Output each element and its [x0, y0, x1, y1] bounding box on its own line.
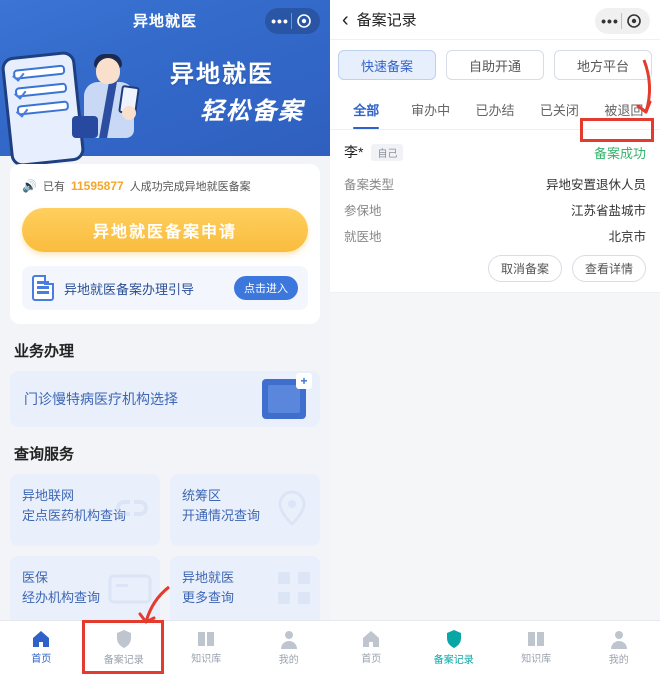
segment-row: 快速备案 自助开通 地方平台	[330, 40, 660, 86]
record-card: 李* 自己 备案成功 备案类型异地安置退休人员 参保地江苏省盐城市 就医地北京市…	[330, 130, 660, 293]
back-icon[interactable]: ‹	[342, 10, 349, 30]
filter-tab-processing[interactable]: 审办中	[398, 92, 462, 129]
filter-tabs: 全部 审办中 已办结 已关闭 被退回	[330, 86, 660, 130]
bottom-tabbar-right: 首页 备案记录 知识库 我的	[330, 620, 660, 674]
location-pin-icon	[270, 486, 314, 530]
record-head: 李* 自己 备案成功	[344, 142, 646, 162]
kv-type: 备案类型异地安置退休人员	[344, 174, 646, 193]
user-icon	[280, 629, 298, 649]
capsule-button[interactable]: •••	[265, 8, 320, 34]
section-title-query: 查询服务	[14, 443, 316, 464]
stat-number: 11595877	[71, 179, 124, 193]
tile-more-query[interactable]: 异地就医更多查询	[170, 556, 320, 628]
filter-tab-closed[interactable]: 已关闭	[527, 92, 591, 129]
stat-prefix: 已有	[43, 178, 65, 194]
user-icon	[610, 629, 628, 649]
segment-quick[interactable]: 快速备案	[338, 50, 436, 80]
tab-mine[interactable]: 我的	[248, 621, 331, 674]
record-status: 备案成功	[594, 143, 646, 162]
guide-text: 异地就医备案办理引导	[64, 279, 224, 298]
hero-illustration	[0, 46, 160, 156]
hero-line1: 异地就医	[170, 54, 304, 89]
tab-home[interactable]: 首页	[0, 621, 83, 674]
tab-mine[interactable]: 我的	[578, 621, 660, 674]
apply-button[interactable]: 异地就医备案申请	[22, 208, 308, 252]
bottom-tabbar-left: 首页 备案记录 知识库 我的	[0, 620, 330, 674]
sound-icon: 🔊	[22, 179, 37, 193]
shield-icon	[445, 629, 463, 649]
hero-banner: 异地就医 ••• 异地就医 轻松备案	[0, 0, 330, 156]
page-title: 异地就医	[133, 10, 197, 31]
records-title: 备案记录	[357, 9, 417, 30]
more-icon[interactable]: •••	[269, 18, 291, 25]
close-miniprogram-icon[interactable]	[622, 13, 646, 29]
success-stat: 🔊 已有 11595877 人成功完成异地就医备案	[22, 178, 308, 194]
query-grid: 异地联网定点医药机构查询 统筹区开通情况查询 医保经办机构查询 异地就医更多查询	[10, 474, 320, 628]
guide-row[interactable]: 异地就医备案办理引导 点击进入	[22, 266, 308, 310]
shield-icon	[115, 629, 133, 649]
tile-clinic-select[interactable]: 门诊慢特病医疗机构选择	[10, 371, 320, 427]
more-icon[interactable]: •••	[599, 18, 621, 25]
tile-region-status[interactable]: 统筹区开通情况查询	[170, 474, 320, 546]
section-title-biz: 业务办理	[14, 340, 316, 361]
screen-home: 异地就医 ••• 异地就医 轻松备案 🔊 已有 11595877 人成功完成异地…	[0, 0, 330, 674]
cancel-record-button[interactable]: 取消备案	[488, 255, 562, 282]
close-miniprogram-icon[interactable]	[292, 13, 316, 29]
filter-tab-done[interactable]: 已办结	[463, 92, 527, 129]
records-empty-area	[330, 293, 660, 674]
tab-knowledge[interactable]: 知识库	[495, 621, 578, 674]
card-icon	[106, 568, 154, 608]
home-icon	[31, 630, 51, 648]
segment-self[interactable]: 自助开通	[446, 50, 544, 80]
grid-icon	[274, 568, 314, 608]
tab-records[interactable]: 备案记录	[413, 621, 496, 674]
capsule-button[interactable]: •••	[595, 8, 650, 34]
filter-tab-all[interactable]: 全部	[334, 92, 398, 129]
book-icon	[526, 630, 546, 648]
book-icon	[196, 630, 216, 648]
hero-slogan: 异地就医 轻松备案	[170, 54, 304, 126]
hero-line2: 轻松备案	[170, 91, 304, 126]
records-header: ‹ 备案记录 •••	[330, 0, 660, 40]
mini-program-header: 异地就医 •••	[0, 0, 330, 40]
tab-home[interactable]: 首页	[330, 621, 413, 674]
self-tag: 自己	[371, 144, 403, 161]
stat-suffix: 人成功完成异地就医备案	[130, 178, 251, 194]
view-detail-button[interactable]: 查看详情	[572, 255, 646, 282]
tab-records[interactable]: 备案记录	[83, 621, 166, 674]
record-actions: 取消备案 查看详情	[344, 255, 646, 282]
hospital-icon	[262, 379, 306, 419]
enter-button[interactable]: 点击进入	[234, 276, 298, 300]
kv-insure: 参保地江苏省盐城市	[344, 200, 646, 219]
tile-network-pharmacy[interactable]: 异地联网定点医药机构查询	[10, 474, 160, 546]
kv-med: 就医地北京市	[344, 226, 646, 245]
apply-button-label: 异地就医备案申请	[93, 218, 237, 242]
tile-clinic-label: 门诊慢特病医疗机构选择	[24, 389, 178, 409]
screen-records: ‹ 备案记录 ••• 快速备案 自助开通 地方平台 全部 审办中 已办结 已关闭…	[330, 0, 660, 674]
tab-knowledge[interactable]: 知识库	[165, 621, 248, 674]
tile-agency-query[interactable]: 医保经办机构查询	[10, 556, 160, 628]
segment-local[interactable]: 地方平台	[554, 50, 652, 80]
link-icon	[110, 486, 154, 530]
record-name-group: 李* 自己	[344, 142, 403, 162]
main-card: 🔊 已有 11595877 人成功完成异地就医备案 异地就医备案申请 异地就医备…	[10, 164, 320, 324]
filter-tab-rejected[interactable]: 被退回	[592, 92, 656, 129]
home-icon	[361, 630, 381, 648]
document-icon	[32, 275, 54, 301]
record-name: 李*	[344, 142, 363, 162]
